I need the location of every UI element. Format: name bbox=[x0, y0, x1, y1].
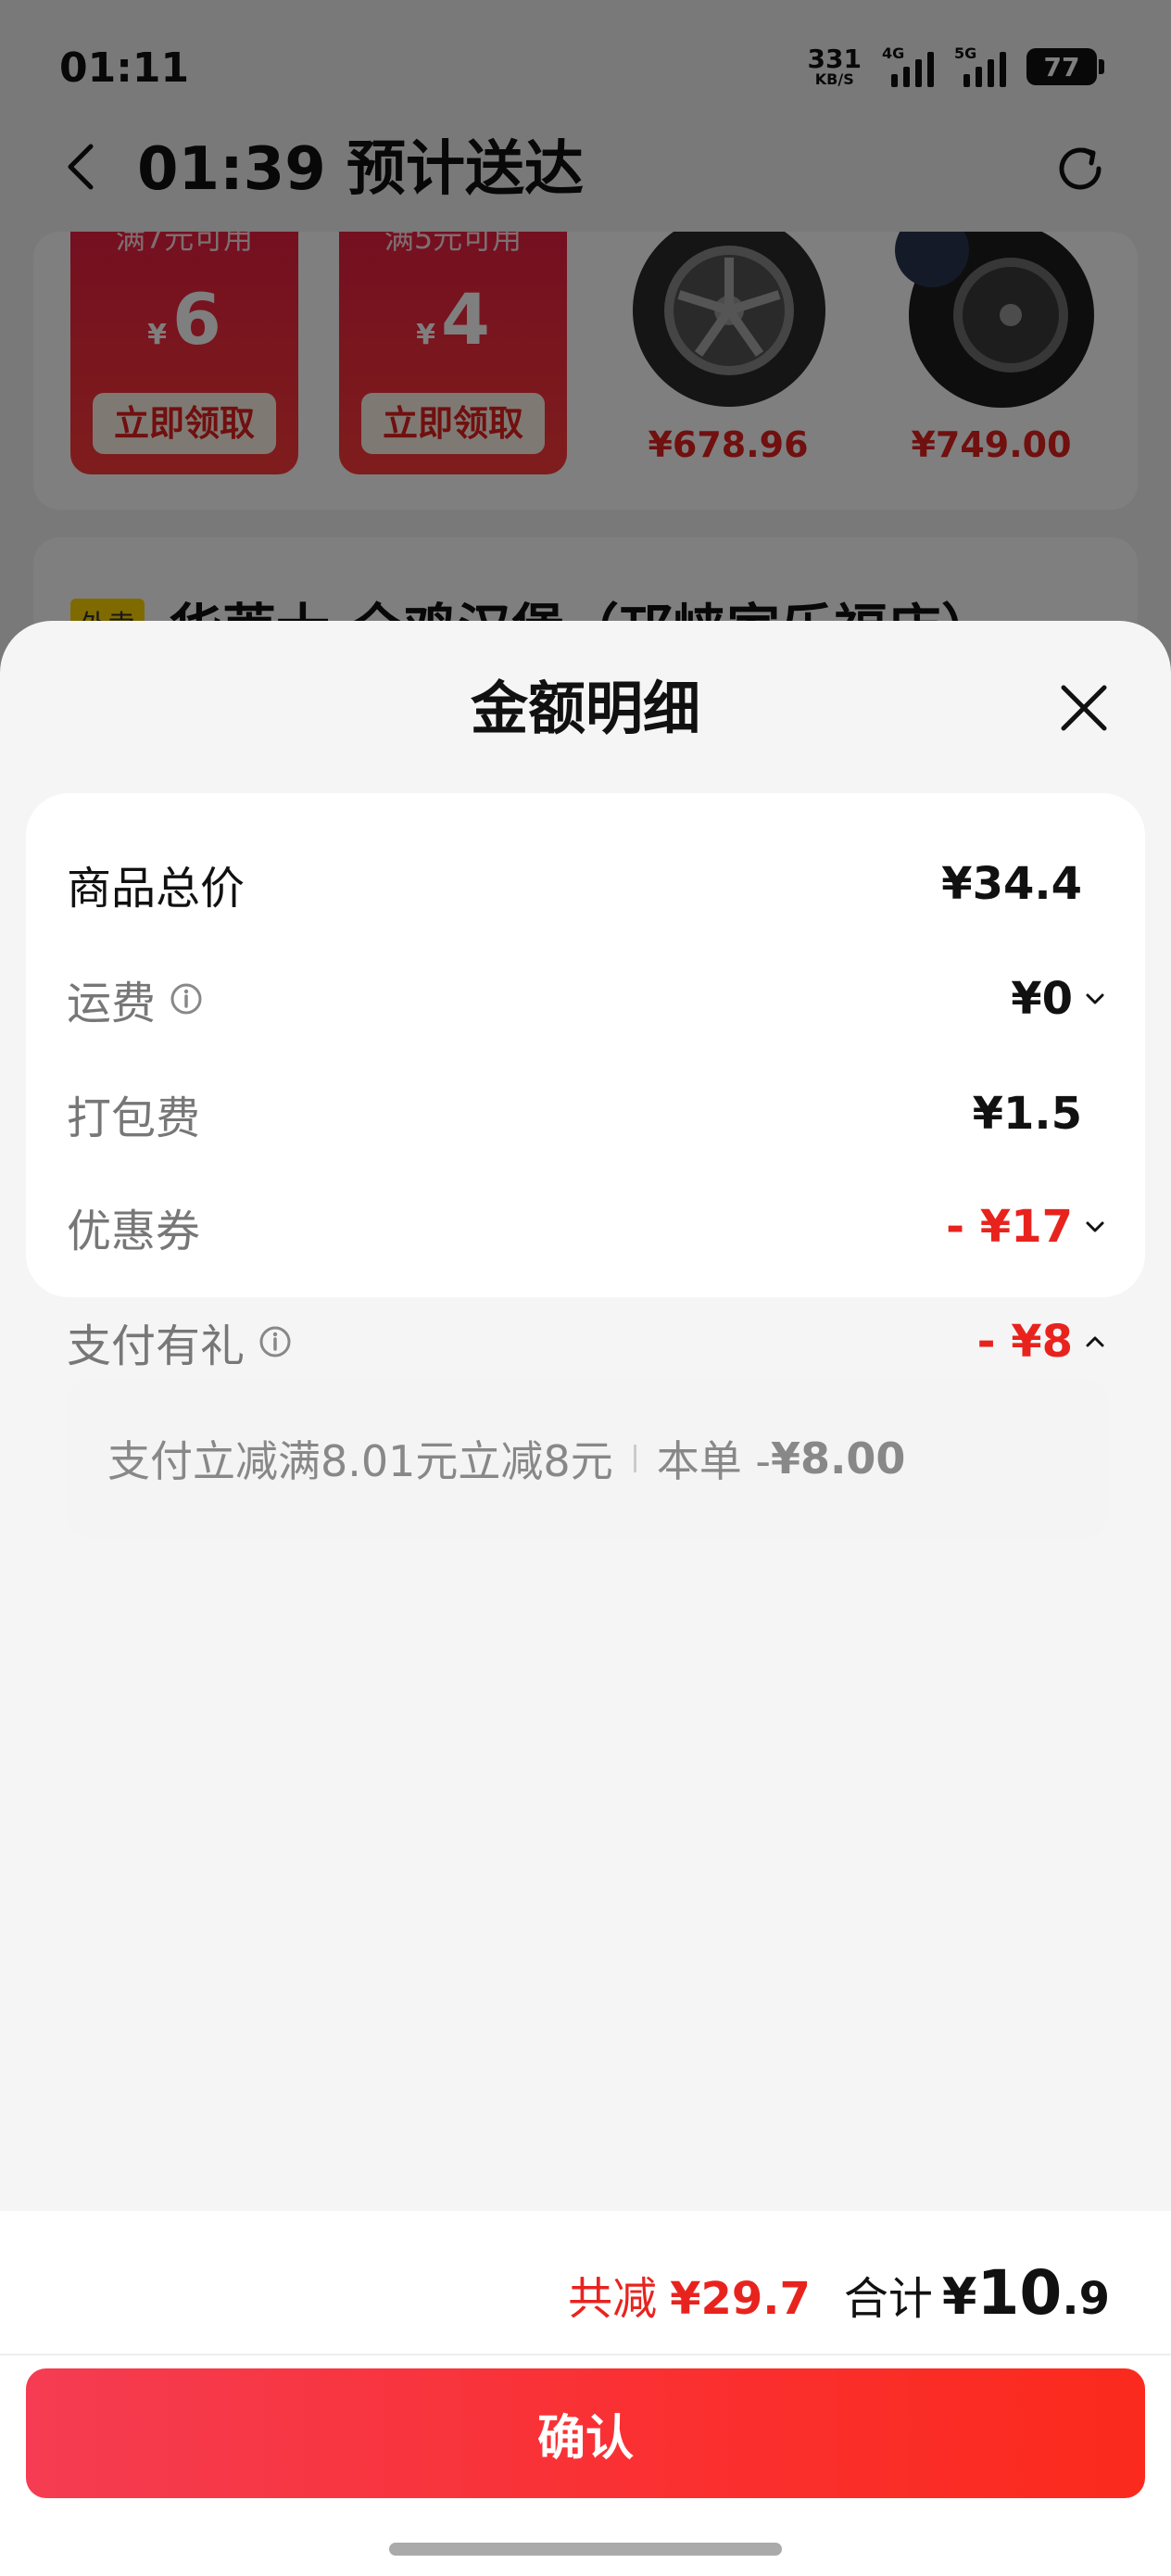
close-icon[interactable] bbox=[1054, 678, 1114, 738]
row-value: ¥1.5 bbox=[972, 1088, 1082, 1140]
pay-discount-order-amount: ¥8.00 bbox=[770, 1433, 906, 1484]
total-saved-label: 共减 bbox=[568, 2273, 658, 2325]
info-icon[interactable] bbox=[169, 981, 204, 1017]
row-pay-gift[interactable]: 支付有礼 - ¥8 bbox=[67, 1305, 1108, 1379]
info-icon[interactable] bbox=[258, 1324, 293, 1359]
totals-summary: 共减 ¥29.7 合计 ¥ 10 .9 bbox=[568, 2257, 1110, 2329]
divider bbox=[0, 2354, 1171, 2355]
total-saved-value: ¥29.7 bbox=[670, 2273, 811, 2325]
sheet-title: 金额明细 bbox=[470, 675, 700, 742]
confirm-button[interactable]: 确认 bbox=[26, 2368, 1145, 2498]
row-goods-total: 商品总价 ¥34.4 bbox=[67, 847, 1108, 921]
chevron-down-icon[interactable] bbox=[1082, 1214, 1108, 1240]
pay-discount-text: 支付立减满8.01元立减8元 bbox=[107, 1436, 613, 1486]
row-label: 打包费 bbox=[67, 1092, 201, 1144]
footer-bar: 共减 ¥29.7 合计 ¥ 10 .9 确认 bbox=[0, 2211, 1171, 2576]
amount-detail-card: 商品总价 ¥34.4 运费 ¥0 打包费 ¥1.5 优惠券 - ¥17 支付有礼… bbox=[26, 793, 1145, 1538]
row-label: 支付有礼 bbox=[67, 1320, 246, 1372]
row-shipping[interactable]: 运费 ¥0 bbox=[67, 962, 1108, 1036]
row-value: ¥0 bbox=[1011, 973, 1108, 1025]
row-label: 商品总价 bbox=[67, 863, 246, 915]
total-currency: ¥ bbox=[941, 2267, 977, 2326]
pay-discount-order-label: 本单 - bbox=[656, 1436, 771, 1486]
total-label: 合计 bbox=[843, 2273, 933, 2325]
row-label: 运费 bbox=[67, 978, 157, 1029]
total-decimal: .9 bbox=[1062, 2273, 1110, 2325]
divider bbox=[633, 1445, 636, 1472]
chevron-down-icon[interactable] bbox=[1082, 986, 1108, 1012]
row-value: - ¥17 bbox=[946, 1201, 1108, 1253]
pay-discount-detail: 支付立减满8.01元立减8元 本单 - ¥8.00 bbox=[67, 1379, 1108, 1538]
row-coupon[interactable]: 优惠券 - ¥17 bbox=[67, 1190, 1108, 1264]
total-integer: 10 bbox=[976, 2257, 1063, 2329]
row-label: 优惠券 bbox=[67, 1206, 201, 1257]
row-value: ¥34.4 bbox=[941, 858, 1082, 910]
row-packaging: 打包费 ¥1.5 bbox=[67, 1077, 1108, 1151]
home-indicator[interactable] bbox=[389, 2543, 782, 2556]
row-value: - ¥8 bbox=[977, 1316, 1108, 1368]
chevron-up-icon[interactable] bbox=[1082, 1329, 1108, 1355]
